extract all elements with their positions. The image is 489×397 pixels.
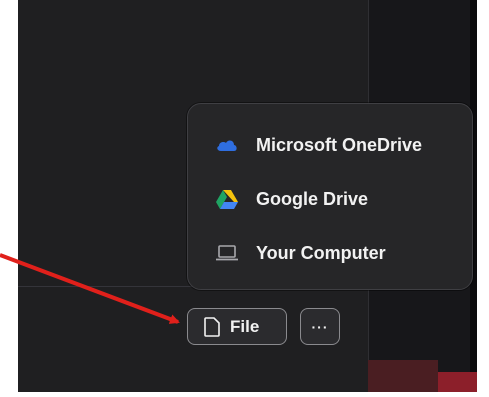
- upload-source-menu: Microsoft OneDrive Google Drive Your Com…: [187, 103, 473, 290]
- menu-item-label: Google Drive: [256, 188, 369, 209]
- google-drive-icon: [216, 188, 238, 210]
- menu-item-your-computer[interactable]: Your Computer: [188, 228, 472, 278]
- menu-item-label: Microsoft OneDrive: [256, 134, 423, 155]
- background-accent: [438, 372, 477, 392]
- onedrive-cloud-icon: [216, 134, 238, 156]
- background-accent: [368, 360, 438, 392]
- file-icon: [204, 316, 220, 337]
- menu-item-google-drive[interactable]: Google Drive: [188, 174, 472, 224]
- file-button[interactable]: File: [187, 308, 287, 345]
- file-button-label: File: [230, 316, 260, 336]
- laptop-icon: [216, 242, 238, 264]
- menu-item-onedrive[interactable]: Microsoft OneDrive: [188, 120, 472, 170]
- menu-item-label: Your Computer: [256, 242, 386, 263]
- more-options-button[interactable]: ···: [300, 308, 340, 345]
